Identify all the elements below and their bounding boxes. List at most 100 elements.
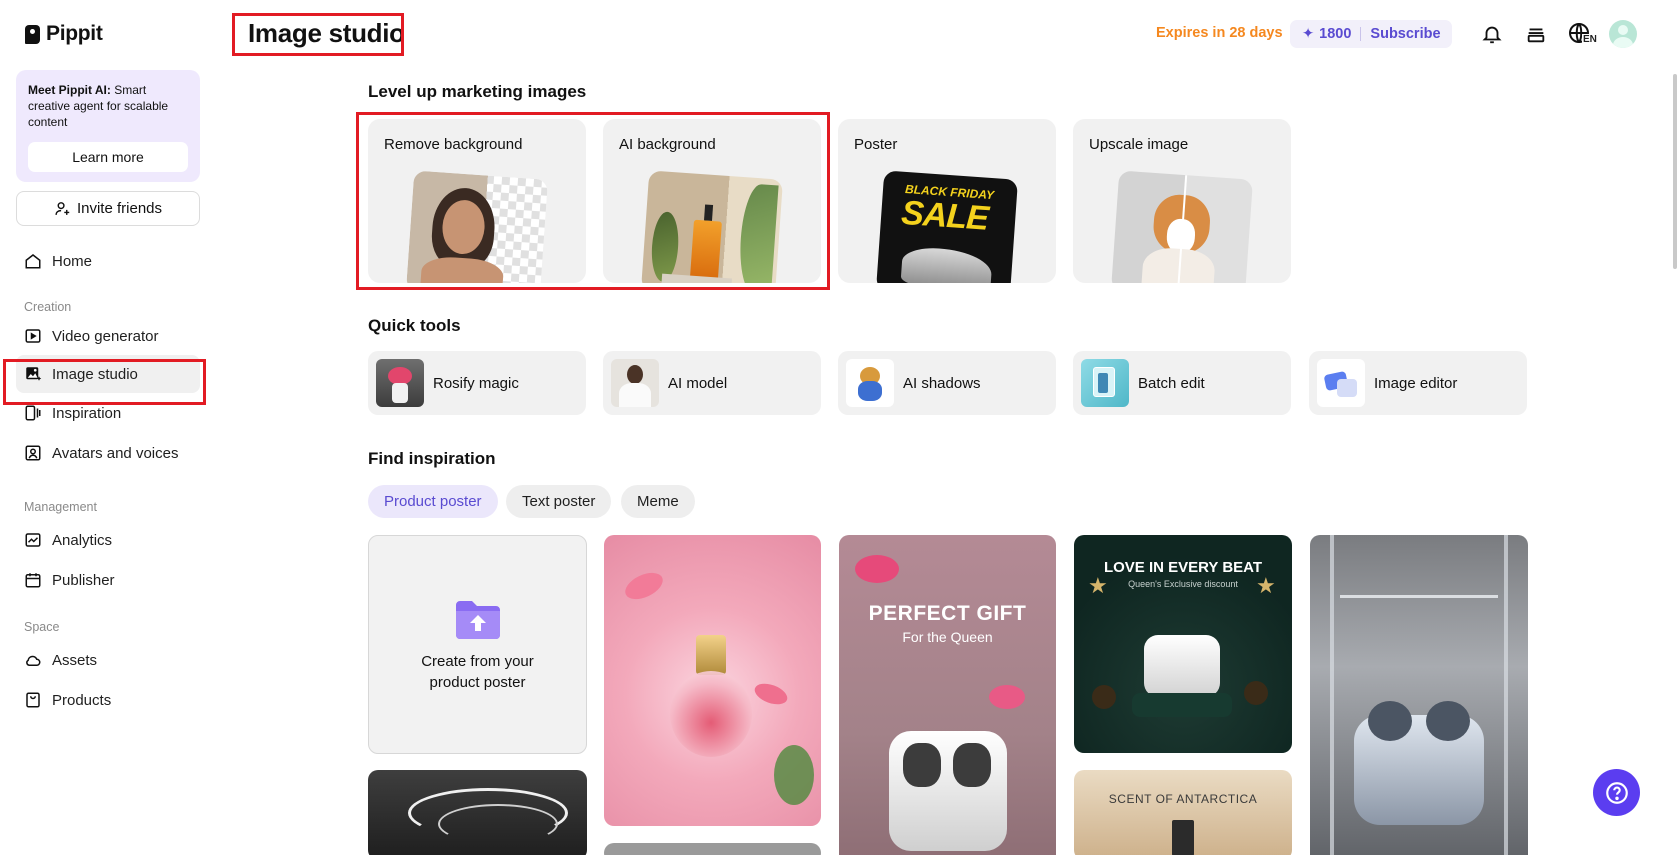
chip-text-poster[interactable]: Text poster (506, 485, 612, 518)
upload-folder-icon (455, 600, 500, 639)
inspiration-gray-partial[interactable] (604, 843, 821, 855)
image-editor-thumbnail (1317, 359, 1365, 407)
inbox-stack-icon[interactable] (1524, 22, 1548, 46)
ai-background-card[interactable]: AI background (603, 119, 821, 283)
promo-text: Meet Pippit AI: Smart creative agent for… (28, 83, 169, 129)
ai-background-thumbnail (640, 170, 784, 283)
chip-meme[interactable]: Meme (621, 485, 695, 518)
credits-count: 1800 (1319, 26, 1352, 42)
question-icon (1605, 781, 1628, 804)
nav-section-creation: Creation (24, 300, 72, 314)
expiry-notice[interactable]: Expires in 28 days (1156, 25, 1283, 41)
language-code: EN (1582, 34, 1598, 45)
tool-ai-model[interactable]: AI model (603, 351, 821, 415)
perfect-gift-subheading: For the Queen (902, 629, 993, 645)
ai-shadows-label: AI shadows (903, 374, 981, 392)
help-button[interactable] (1593, 769, 1640, 816)
sidebar: Pippit Meet Pippit AI: Smart creative ag… (0, 0, 216, 855)
remove-background-label: Remove background (384, 136, 523, 153)
inspiration-icon (24, 404, 42, 422)
nav-home[interactable]: Home (16, 242, 200, 280)
ai-model-thumbnail (611, 359, 659, 407)
ai-shadows-thumbnail (846, 359, 894, 407)
home-icon (24, 252, 42, 270)
poster-label: Poster (854, 136, 898, 153)
poster-thumbnail: BLACK FRIDAY SALE (875, 170, 1019, 283)
upscale-image-label: Upscale image (1089, 136, 1189, 153)
level-up-title: Level up marketing images (368, 82, 587, 101)
tool-image-editor[interactable]: Image editor (1309, 351, 1527, 415)
nav-avatars-label: Avatars and voices (52, 444, 179, 462)
language-globe-icon[interactable]: EN (1568, 22, 1598, 46)
ai-background-label: AI background (619, 136, 716, 153)
nav-products[interactable]: Products (16, 681, 200, 719)
cloud-icon (24, 651, 42, 669)
tool-rosify-magic[interactable]: Rosify magic (368, 351, 586, 415)
batch-edit-label: Batch edit (1138, 374, 1205, 392)
nav-image-studio-label: Image studio (52, 365, 138, 383)
nav-home-label: Home (52, 252, 93, 270)
promo-card: Meet Pippit AI: Smart creative agent for… (16, 70, 200, 182)
inspiration-silver-earbuds[interactable] (1310, 535, 1528, 855)
nav-video-generator[interactable]: Video generator (16, 317, 200, 355)
image-sparkle-icon (24, 365, 42, 383)
remove-background-card[interactable]: Remove background (368, 119, 586, 283)
nav-avatars-voices[interactable]: Avatars and voices (16, 434, 200, 472)
remove-background-thumbnail (405, 170, 549, 283)
quick-tools-title: Quick tools (368, 316, 461, 335)
nav-video-generator-label: Video generator (52, 327, 159, 345)
page-title: Image studio (248, 18, 405, 48)
nav-products-label: Products (52, 691, 112, 709)
rosify-thumbnail (376, 359, 424, 407)
ai-model-label: AI model (668, 374, 728, 392)
nav-assets-label: Assets (52, 651, 98, 669)
find-inspiration-title: Find inspiration (368, 449, 496, 468)
inspiration-scent-antarctica[interactable]: SCENT OF ANTARCTICA (1074, 770, 1292, 855)
video-plus-icon (24, 327, 42, 345)
tool-ai-shadows[interactable]: AI shadows (838, 351, 1056, 415)
calendar-icon (24, 571, 42, 589)
nav-section-management: Management (24, 500, 97, 514)
chip-product-poster[interactable]: Product poster (368, 485, 498, 518)
analytics-icon (24, 531, 42, 549)
notification-bell-icon[interactable] (1480, 22, 1504, 46)
add-user-icon (55, 202, 70, 215)
batch-edit-thumbnail (1081, 359, 1129, 407)
nav-inspiration[interactable]: Inspiration (16, 394, 200, 432)
create-from-product-poster-card[interactable]: Create from your product poster (368, 535, 587, 754)
nav-assets[interactable]: Assets (16, 641, 200, 679)
credits-subscribe-pill[interactable]: ✦ 1800 Subscribe (1290, 20, 1452, 48)
inspiration-pink-perfume[interactable] (604, 535, 821, 826)
inspiration-dark-stage[interactable] (368, 770, 587, 855)
sparkle-icon: ✦ (1302, 26, 1315, 42)
nav-analytics-label: Analytics (52, 531, 113, 549)
user-avatar[interactable] (1609, 20, 1637, 48)
inspiration-love-every-beat[interactable]: LOVE IN EVERY BEAT Queen's Exclusive dis… (1074, 535, 1292, 753)
tool-batch-edit[interactable]: Batch edit (1073, 351, 1291, 415)
pippit-logo[interactable]: Pippit (25, 22, 103, 46)
create-from-product-poster-text: Create from your product poster (421, 652, 534, 691)
scent-heading: SCENT OF ANTARCTICA (1108, 792, 1258, 806)
pill-divider (1360, 27, 1362, 41)
nav-section-space: Space (24, 620, 60, 634)
pippit-logo-icon (25, 24, 40, 44)
rosify-label: Rosify magic (433, 374, 519, 392)
upscale-image-thumbnail (1110, 170, 1254, 283)
invite-label: Invite friends (76, 200, 163, 217)
nav-analytics[interactable]: Analytics (16, 521, 200, 559)
subscribe-link[interactable]: Subscribe (1370, 26, 1440, 42)
product-box-icon (24, 691, 42, 709)
learn-more-button[interactable]: Learn more (28, 142, 188, 172)
nav-publisher[interactable]: Publisher (16, 561, 200, 599)
avatar-icon (24, 444, 42, 462)
brand-name: Pippit (46, 22, 103, 45)
nav-image-studio[interactable]: Image studio (16, 355, 200, 393)
upscale-image-card[interactable]: Upscale image (1073, 119, 1291, 283)
nav-publisher-label: Publisher (52, 571, 115, 589)
perfect-gift-heading: PERFECT GIFT (868, 602, 1027, 625)
image-editor-label: Image editor (1374, 374, 1458, 392)
poster-card[interactable]: Poster BLACK FRIDAY SALE (838, 119, 1056, 283)
invite-friends-button[interactable]: Invite friends (16, 191, 200, 226)
inspiration-perfect-gift[interactable]: PERFECT GIFT For the Queen (839, 535, 1056, 855)
page-scrollbar[interactable] (1673, 74, 1677, 269)
